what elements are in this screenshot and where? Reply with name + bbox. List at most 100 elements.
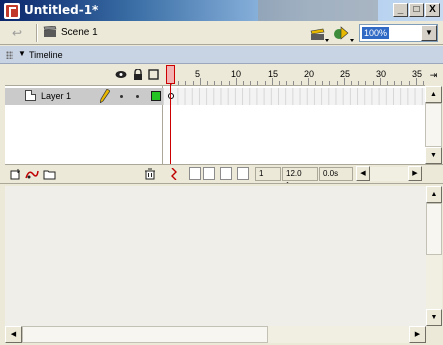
ruler-tick (351, 81, 352, 85)
collapse-triangle-icon[interactable]: ▼ (18, 49, 26, 58)
layer-name[interactable]: Layer 1 (41, 91, 71, 101)
ruler-tick (394, 81, 396, 85)
ruler-tick (401, 81, 403, 85)
ruler-tick (178, 81, 180, 85)
layer-frame-row[interactable] (163, 88, 425, 105)
edit-bar-separator (36, 24, 38, 42)
scroll-up-button[interactable]: ▲ (426, 186, 442, 203)
ruler-tick (257, 81, 259, 85)
timeline-menu-icon[interactable]: ⇥ (425, 64, 442, 86)
chevron-down-icon[interactable]: ▼ (421, 25, 437, 41)
timeline-panel-header[interactable]: ▼ Timeline (0, 46, 443, 64)
ruler-tick (192, 81, 194, 85)
timeline-horizontal-scrollbar[interactable]: ◀ ▶ (356, 166, 422, 181)
ruler-tick (365, 81, 367, 85)
ruler-tick (358, 81, 360, 85)
layer-row[interactable]: Layer 1 (5, 88, 163, 105)
layer-page-icon (25, 90, 36, 101)
layer-tools (5, 164, 163, 182)
stage-canvas[interactable] (5, 186, 426, 326)
outline-icon[interactable] (148, 69, 160, 80)
insert-layer-icon[interactable] (10, 168, 22, 180)
current-frame: 1 (255, 167, 281, 181)
ruler-tick (199, 78, 201, 85)
lock-dot[interactable] (136, 95, 139, 98)
back-arrow-icon[interactable]: ↩ (12, 26, 26, 40)
maximize-button[interactable]: □ (409, 3, 424, 17)
scroll-thumb[interactable] (426, 203, 442, 255)
ruler-tick (415, 78, 417, 85)
ruler-tick (207, 81, 208, 85)
insert-folder-icon[interactable] (43, 168, 56, 180)
zoom-value[interactable]: 100% (362, 27, 390, 39)
flash-app-icon[interactable] (4, 3, 20, 19)
ruler-tick (300, 81, 302, 85)
title-bar-fade (258, 0, 378, 21)
minimize-button[interactable]: _ (393, 3, 408, 17)
pencil-icon (100, 89, 110, 103)
scroll-right-button[interactable]: ▶ (409, 326, 426, 343)
modify-onion-markers-button[interactable] (237, 167, 249, 180)
scroll-thumb[interactable] (425, 103, 442, 147)
ruler-tick (387, 81, 388, 85)
ruler-tick (214, 81, 216, 85)
timeline-vertical-scrollbar[interactable]: ▲ ▼ (425, 86, 442, 164)
eye-icon[interactable] (115, 69, 127, 80)
scroll-left-button[interactable]: ◀ (5, 326, 22, 343)
edit-symbols-icon[interactable] (307, 23, 329, 43)
layer-outline-color[interactable] (151, 91, 161, 101)
scroll-thumb[interactable] (22, 326, 268, 343)
visibility-dot[interactable] (120, 95, 123, 98)
ruler-tick (372, 81, 374, 85)
ruler-number: 20 (304, 69, 315, 79)
layer-list: Layer 1 (5, 64, 163, 182)
timeline-status-bar: 1 12.0 fps 0.0s ◀ ▶ (163, 164, 443, 190)
onion-skin-outlines-button[interactable] (203, 167, 215, 180)
scroll-down-button[interactable]: ▼ (425, 147, 442, 164)
scene-label[interactable]: Scene 1 (61, 27, 98, 38)
scroll-up-button[interactable]: ▲ (425, 86, 442, 103)
frame-rate[interactable]: 12.0 fps (282, 167, 318, 190)
ruler-tick (379, 78, 381, 85)
center-frame-icon[interactable] (170, 168, 178, 180)
playhead-line (170, 84, 171, 164)
ruler-number: 15 (268, 69, 279, 79)
close-button[interactable]: X (425, 3, 440, 17)
ruler-tick (271, 78, 273, 85)
edit-multiple-frames-button[interactable] (220, 167, 232, 180)
ruler-tick (279, 81, 280, 85)
timeline-title[interactable]: Timeline (29, 50, 63, 60)
blank-keyframe[interactable] (168, 93, 174, 99)
frame-grid[interactable]: 1 5 10 15 20 25 30 35 (163, 64, 425, 164)
stage-vertical-scrollbar[interactable]: ▲ ▼ (426, 186, 442, 326)
onion-skin-button[interactable] (189, 167, 201, 180)
ruler-tick (322, 81, 324, 85)
ruler-tick (250, 81, 252, 85)
zoom-dropdown[interactable]: 100% ▼ (359, 24, 438, 42)
ruler-tick (235, 78, 237, 85)
panel-grip-icon[interactable] (6, 51, 13, 59)
scroll-left-button[interactable]: ◀ (356, 166, 370, 181)
ruler-tick (293, 81, 295, 85)
ruler-tick (423, 81, 424, 85)
trash-icon[interactable] (144, 168, 156, 180)
lock-icon[interactable] (132, 69, 144, 80)
stage-area: ▲ ▼ ◀ ▶ (0, 183, 443, 345)
ruler-number: 30 (376, 69, 387, 79)
ruler-tick (243, 81, 244, 85)
ruler-tick (185, 81, 187, 85)
ruler-tick (336, 81, 338, 85)
scroll-down-button[interactable]: ▼ (426, 309, 442, 326)
edit-scene-icon[interactable] (332, 23, 354, 43)
frame-ruler[interactable]: 1 5 10 15 20 25 30 35 (163, 64, 425, 86)
ruler-number: 35 (412, 69, 423, 79)
scroll-right-button[interactable]: ▶ (408, 166, 422, 181)
ruler-tick (315, 81, 316, 85)
timeline-panel: Layer 1 1 5 (0, 64, 443, 190)
title-bar[interactable]: Untitled-1* _ □ X (0, 0, 443, 21)
stage-horizontal-scrollbar[interactable]: ◀ ▶ (5, 326, 426, 343)
window-title: Untitled-1* (24, 3, 99, 17)
add-motion-guide-icon[interactable] (25, 168, 39, 180)
elapsed-time: 0.0s (319, 167, 353, 181)
playhead[interactable] (166, 65, 175, 84)
